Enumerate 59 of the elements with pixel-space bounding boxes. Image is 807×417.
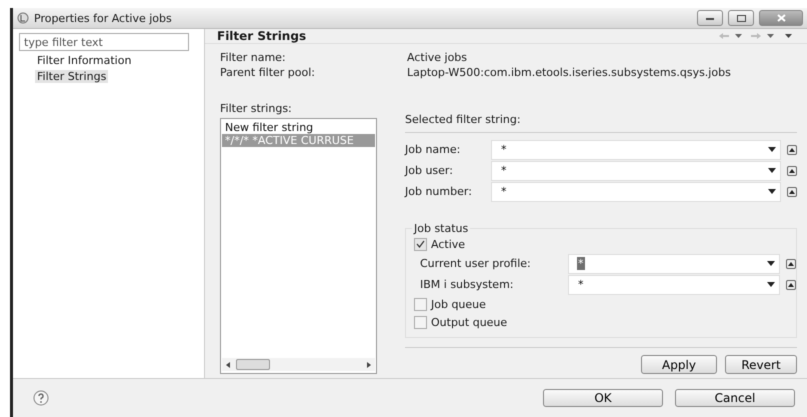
caret-icon [768, 168, 776, 173]
combo-field[interactable]: * [491, 140, 781, 160]
spin-up-button[interactable] [786, 280, 796, 290]
caret-icon [767, 261, 775, 266]
spin-up-button[interactable] [787, 144, 797, 154]
field-label: Job number: [405, 185, 473, 198]
spin-up-button[interactable] [787, 166, 797, 176]
close-button[interactable] [759, 10, 803, 26]
tree-item[interactable]: Filter Strings [35, 70, 108, 83]
field-value: Laptop-W500:com.ibm.etools.iseries.subsystems.qsys.jobs [407, 66, 731, 79]
up-arrow-icon [789, 168, 795, 172]
list-item[interactable]: New filter string [222, 121, 375, 134]
dialog-button[interactable]: Apply [641, 355, 717, 374]
field-label: Job name: [405, 143, 462, 156]
search-field[interactable]: type filter text [19, 33, 189, 51]
field-label: Job user: [405, 164, 454, 177]
close-icon [776, 14, 786, 22]
dialog-button[interactable]: OK [543, 389, 663, 407]
spin-up-button[interactable] [787, 186, 797, 196]
page-title: Filter Strings [217, 29, 308, 43]
field-label: IBM i subsystem: [420, 278, 514, 291]
combo-field[interactable]: * [568, 254, 780, 274]
field-label: Filter name: [220, 51, 287, 64]
combo-field[interactable]: * [568, 274, 780, 294]
checkbox[interactable] [414, 298, 427, 310]
up-arrow-icon [789, 190, 795, 194]
app-icon [17, 12, 29, 24]
spin-up-button[interactable] [786, 258, 796, 268]
checkbox-label: Job queue [431, 298, 486, 310]
checkbox-label: Active [431, 238, 466, 250]
caret-icon [767, 282, 775, 287]
group-title: Job status [412, 222, 470, 235]
horizontal-scrollbar[interactable] [222, 358, 375, 371]
caret-icon [768, 189, 776, 194]
checkbox[interactable] [414, 238, 427, 250]
maximize-button[interactable] [728, 10, 754, 26]
help-icon[interactable] [33, 390, 49, 406]
dialog-button[interactable]: Revert [725, 355, 797, 374]
field-label: Parent filter pool: [220, 66, 316, 79]
caret-icon [768, 147, 776, 152]
section-label: Selected filter string: [405, 113, 797, 133]
field-value: Active jobs [407, 51, 468, 64]
scroll-right-icon[interactable] [367, 362, 371, 368]
scroll-left-icon[interactable] [226, 362, 230, 368]
window-title: Properties for Active jobs [34, 12, 173, 24]
checkbox[interactable] [414, 316, 427, 328]
field-label: Current user profile: [420, 257, 532, 270]
combo-field[interactable]: * [491, 160, 781, 180]
up-arrow-icon [789, 148, 795, 152]
dialog-button[interactable]: Cancel [675, 389, 795, 407]
checkbox-label: Output queue [431, 316, 508, 328]
tree-item[interactable]: Filter Information [35, 54, 134, 67]
combo-field[interactable]: * [491, 182, 781, 202]
up-arrow-icon [788, 282, 794, 286]
minimize-button[interactable] [697, 10, 723, 26]
maximize-icon [736, 14, 746, 22]
list-label: Filter strings: [220, 102, 293, 115]
minimize-icon [706, 16, 714, 20]
up-arrow-icon [788, 262, 794, 266]
